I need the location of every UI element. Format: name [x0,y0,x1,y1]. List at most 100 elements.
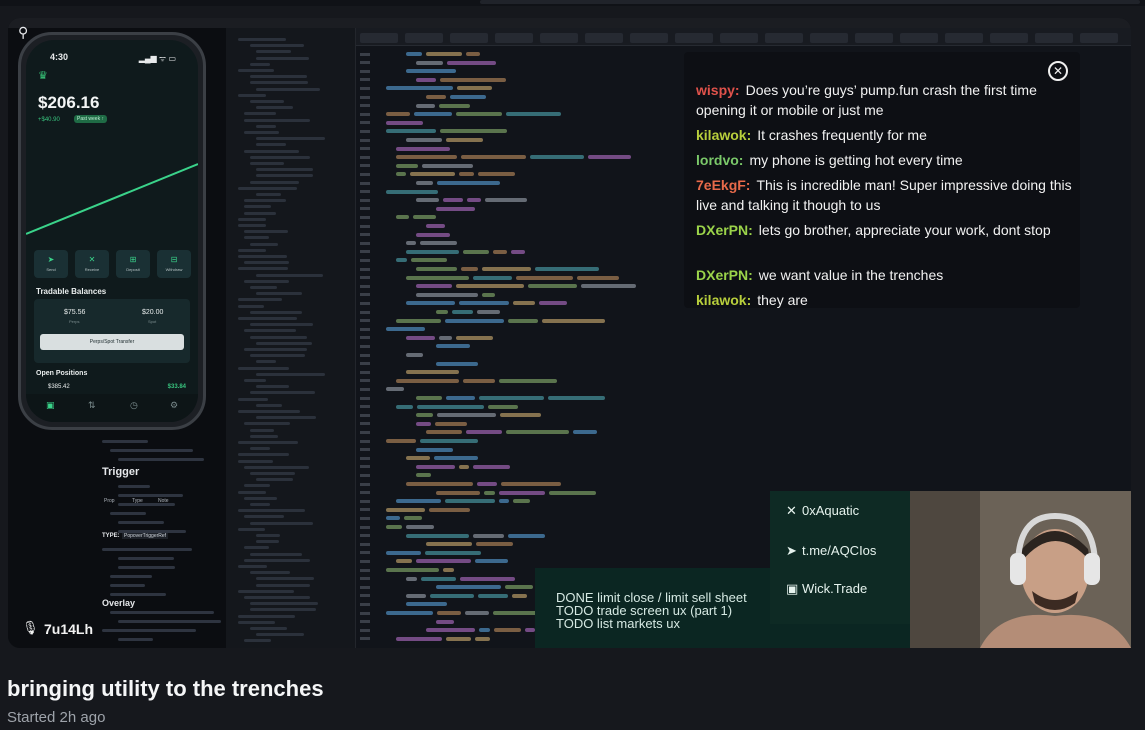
explorer-entry [244,639,271,643]
withdraw-icon: ⊟ [170,255,178,264]
line-number [360,327,370,331]
spot-label: Spot [148,319,157,324]
explorer-entry [256,633,304,637]
perps-spot-transfer-button[interactable]: Perps/Spot Transfer [40,334,184,350]
editor-tab [900,33,938,43]
doc-text-line [102,629,196,632]
phone-status-icons: ▂▄▆ ᯤ ▭ [138,54,176,63]
code-token [500,413,541,418]
code-token [386,112,410,117]
code-token [477,482,497,486]
line-number [360,69,370,73]
explorer-entry [238,441,298,444]
explorer-entry [250,62,270,66]
explorer-entry [238,410,300,413]
chat-text: my phone is getting hot every time [749,152,963,168]
editor-tab [630,33,668,43]
code-token [436,344,470,349]
code-token [573,430,597,435]
explorer-entry [238,509,305,513]
explorer-entry [238,459,273,463]
wallet-tab-icon[interactable]: ▣ [46,400,55,411]
code-token [425,550,481,555]
explorer-entry [238,490,266,494]
explorer-entry [256,106,293,110]
line-number [360,405,370,409]
code-token [426,628,475,633]
explorer-entry [256,50,291,54]
swap-tab-icon[interactable]: ⇅ [88,400,96,411]
line-number [360,508,370,512]
receive-button[interactable]: ✕ Receive [75,250,109,278]
code-token [512,593,527,598]
chat-username: DXerPN: [696,222,753,238]
code-token [386,120,423,125]
top-divider [0,0,1145,6]
settings-tab-icon[interactable]: ⚙ [170,400,178,411]
code-token [396,258,407,263]
explorer-entry [250,521,313,525]
line-number [360,155,370,159]
explorer-entry [256,583,310,587]
code-token [396,636,442,641]
code-token [416,413,433,418]
chat-text: we want value in the trenches [758,267,944,283]
code-token [426,95,446,99]
line-number [360,413,370,417]
explorer-entry [238,267,288,271]
send-button[interactable]: ➤ Send [34,250,68,278]
explorer-entry [250,44,304,48]
telegram-icon: ➤ [786,543,797,558]
code-token [406,602,447,607]
code-token [446,636,471,641]
code-token [508,533,545,538]
code-token [436,619,454,624]
doc-text-line [102,440,148,443]
chat-text: This is incredible man! Super impressive… [696,177,1072,213]
phone-tab-bar: ▣ ⇅ ◷ ⚙ [26,394,198,422]
line-number [360,181,370,185]
code-token [484,490,495,495]
line-number [360,430,370,434]
line-number [360,336,370,340]
code-token [416,232,450,237]
explorer-entry [244,230,288,234]
history-tab-icon[interactable]: ◷ [130,400,138,411]
doc-text-line [118,620,221,623]
doc-col-type: Type [132,498,143,504]
code-token [416,473,431,478]
line-number [360,577,370,581]
pin-icon[interactable]: ⚲ [18,24,28,41]
social-link: ➤ t.me/AQCIos [786,543,877,558]
line-number [360,585,370,589]
explorer-entry [244,118,310,122]
explorer-entry [250,608,316,612]
streamer-name[interactable]: 7u14Lh [44,621,93,637]
explorer-entry [244,558,310,562]
code-token [450,95,486,99]
close-icon[interactable]: ✕ [1048,61,1068,81]
chat-username: kilawok: [696,127,752,143]
wallet-icon: ▣ [786,581,799,596]
code-token [473,464,510,469]
stream-title[interactable]: bringing utility to the trenches [7,676,324,702]
explorer-entry [256,193,281,196]
doc-overlay-heading: Overlay [102,598,136,608]
line-number [360,602,370,606]
code-token [436,361,478,366]
doc-type-heading: TYPE: [102,533,120,539]
code-token [421,576,456,581]
line-number [360,267,370,271]
phone-screen: 4:30 ▂▄▆ ᯤ ▭ ♛ $206.16 +$40.90 Past week… [26,40,198,422]
code-token [396,318,441,323]
code-token [416,181,433,185]
doc-text-line [110,575,152,578]
explorer-entry [250,472,295,475]
deposit-button[interactable]: ⊞ Deposit [116,250,150,278]
explorer-entry [250,155,310,159]
withdraw-button[interactable]: ⊟ Withdraw [157,250,191,278]
editor-tab [1080,33,1118,43]
doc-text-line [118,485,150,488]
line-number [360,164,370,168]
doc-text-line [118,566,175,569]
